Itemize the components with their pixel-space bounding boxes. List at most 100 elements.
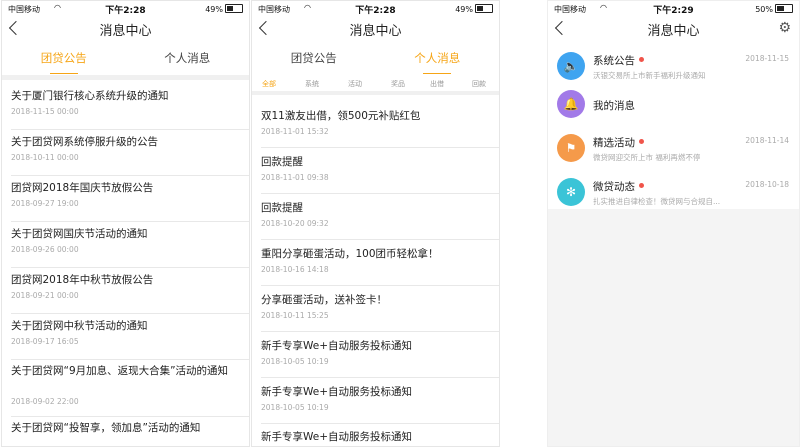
personal-message-row[interactable]: 重阳分享砸蛋活动，100团币轻松拿！ 2018-10-16 14:18: [261, 247, 499, 286]
battery-indicator: 49%: [205, 4, 243, 14]
category-name-text: 精选活动: [593, 137, 635, 149]
personal-message-row[interactable]: 新手专享We+自动服务投标通知: [261, 430, 499, 446]
category-name: 微贷动态: [593, 179, 644, 194]
announcement-title: 关于团贷网“9月加息、返现大合集”活动的通知: [11, 365, 229, 377]
announcement-row[interactable]: 关于团贷网“投智享，领加息”活动的通知: [11, 421, 249, 446]
message-title: 分享砸蛋活动，送补签卡！: [261, 294, 387, 306]
message-date: 2018-10-11 15:25: [261, 311, 329, 320]
category-date: 2018-11-15: [745, 54, 789, 63]
status-bar: 中国移动 ◠ 下午2:28 49%: [2, 1, 249, 17]
battery-indicator: 49%: [455, 4, 493, 14]
category-tab[interactable]: 出借: [430, 79, 444, 89]
category-name-text: 系统公告: [593, 55, 635, 67]
announcement-date: 2018-09-26 00:00: [11, 245, 79, 254]
battery-percent: 49%: [455, 5, 473, 14]
announcement-row[interactable]: 关于厦门银行核心系统升级的通知 2018-11-15 00:00: [11, 89, 249, 130]
category-name-text: 我的消息: [593, 100, 635, 112]
announcement-date: 2018-09-21 00:00: [11, 291, 79, 300]
divider: [252, 91, 499, 95]
announcement-date: 2018-09-27 19:00: [11, 199, 79, 208]
tab-announcements[interactable]: 团贷公告: [252, 44, 376, 75]
phone-screen-message-center: 中国移动 ◠ 下午2:29 50% 消息中心 ⚙ 🔈 系统公告 沃银交易所上市新手福…: [547, 0, 800, 447]
category-tab[interactable]: 活动: [348, 79, 362, 89]
category-tab[interactable]: 系统: [305, 79, 319, 89]
nav-bar: 消息中心 ⚙: [548, 17, 799, 44]
message-title: 双11激友出借，领500元补贴红包: [261, 110, 421, 122]
message-date: 2018-10-05 10:19: [261, 403, 329, 412]
nav-bar: 消息中心: [2, 17, 249, 44]
category-name: 系统公告: [593, 53, 644, 68]
category-tab[interactable]: 全部: [262, 79, 276, 89]
message-date: 2018-11-01 15:32: [261, 127, 329, 136]
tab-personal-messages[interactable]: 个人消息: [126, 44, 250, 75]
message-title: 新手专享We+自动服务投标通知: [261, 340, 413, 352]
announcement-row[interactable]: 关于团贷网中秋节活动的通知 2018-09-17 16:05: [11, 319, 249, 360]
message-category-row[interactable]: ⚑ 精选活动 微贷网迎交所上市 福利再燃不停 2018-11-14: [548, 127, 799, 171]
message-title: 回款提醒: [261, 156, 303, 168]
status-bar: 中国移动 ◠ 下午2:29 50%: [548, 1, 799, 17]
category-date: 2018-11-14: [745, 136, 789, 145]
announcement-title: 关于团贷网中秋节活动的通知: [11, 320, 148, 332]
category-preview: 沃银交易所上市新手福利升级通知: [593, 71, 706, 80]
battery-indicator: 50%: [755, 4, 793, 14]
tab-personal-messages[interactable]: 个人消息: [376, 44, 500, 75]
category-name: 精选活动: [593, 135, 644, 150]
personal-message-row[interactable]: 新手专享We+自动服务投标通知 2018-10-05 10:19: [261, 385, 499, 424]
announcement-row[interactable]: 团贷网2018年中秋节放假公告 2018-09-21 00:00: [11, 273, 249, 314]
announcement-row[interactable]: 关于团贷网“9月加息、返现大合集”活动的通知 2018-09-02 22:00: [11, 364, 249, 417]
message-title: 重阳分享砸蛋活动，100团币轻松拿！: [261, 248, 439, 260]
personal-message-row[interactable]: 分享砸蛋活动，送补签卡！ 2018-10-11 15:25: [261, 293, 499, 332]
unread-dot: [639, 139, 644, 144]
announcement-date: 2018-09-17 16:05: [11, 337, 79, 346]
personal-message-row[interactable]: 新手专享We+自动服务投标通知 2018-10-05 10:19: [261, 339, 499, 378]
announcement-title: 关于团贷网系统停服升级的公告: [11, 136, 158, 148]
bell-icon: 🔔: [557, 90, 585, 118]
category-date: 2018-10-18: [745, 180, 789, 189]
message-title: 新手专享We+自动服务投标通知: [261, 431, 413, 443]
battery-icon: [775, 4, 793, 13]
message-title: 回款提醒: [261, 202, 303, 214]
personal-message-row[interactable]: 回款提醒 2018-10-20 09:32: [261, 201, 499, 240]
personal-message-row[interactable]: 双11激友出借，领500元补贴红包 2018-11-01 15:32: [261, 109, 499, 148]
phone-screen-announcements: 中国移动 ◠ 下午2:28 49% 消息中心 团贷公告 个人消息 关于厦门银行核…: [1, 0, 250, 447]
gear-icon[interactable]: ⚙: [778, 20, 791, 36]
phone-screen-personal-messages: 中国移动 ◠ 下午2:28 49% 消息中心 团贷公告 个人消息 全部 系统 活动 奖…: [251, 0, 500, 447]
page-title: 消息中心: [99, 24, 152, 39]
announcement-date: 2018-09-02 22:00: [11, 397, 79, 406]
nav-bar: 消息中心: [252, 17, 499, 44]
announcement-title: 团贷网2018年中秋节放假公告: [11, 274, 154, 286]
tab-announcements[interactable]: 团贷公告: [2, 44, 126, 75]
announcement-date: 2018-10-11 00:00: [11, 153, 79, 162]
battery-percent: 49%: [205, 5, 223, 14]
personal-message-row[interactable]: 回款提醒 2018-11-01 09:38: [261, 155, 499, 194]
category-filter-bar: 全部 系统 活动 奖品 出借 回款: [252, 75, 499, 91]
category-name: 我的消息: [593, 98, 635, 113]
tab-bar: 团贷公告 个人消息: [2, 44, 249, 75]
divider: [2, 75, 249, 80]
unread-dot: [639, 183, 644, 188]
announcement-title: 关于厦门银行核心系统升级的通知: [11, 90, 169, 102]
unread-dot: [639, 57, 644, 62]
message-title: 新手专享We+自动服务投标通知: [261, 386, 413, 398]
category-tab[interactable]: 奖品: [391, 79, 405, 89]
battery-percent: 50%: [755, 5, 773, 14]
announcement-title: 团贷网2018年国庆节放假公告: [11, 182, 154, 194]
announcement-row[interactable]: 关于团贷网国庆节活动的通知 2018-09-26 00:00: [11, 227, 249, 268]
announcement-title: 关于团贷网国庆节活动的通知: [11, 228, 148, 240]
announcement-row[interactable]: 关于团贷网系统停服升级的公告 2018-10-11 00:00: [11, 135, 249, 176]
fan-icon: ✻: [557, 178, 585, 206]
flag-icon: ⚑: [557, 134, 585, 162]
category-name-text: 微贷动态: [593, 181, 635, 193]
message-date: 2018-10-20 09:32: [261, 219, 329, 228]
category-preview: 扎实推进自律检查！微贷网与合规自...: [593, 197, 721, 206]
battery-icon: [475, 4, 493, 13]
category-tab[interactable]: 回款: [472, 79, 486, 89]
empty-area: [548, 209, 799, 446]
tab-bar: 团贷公告 个人消息: [252, 44, 499, 75]
message-date: 2018-10-05 10:19: [261, 357, 329, 366]
battery-icon: [225, 4, 243, 13]
page-title: 消息中心: [349, 24, 402, 39]
message-category-row[interactable]: 🔔 我的消息: [548, 83, 799, 127]
announcement-row[interactable]: 团贷网2018年国庆节放假公告 2018-09-27 19:00: [11, 181, 249, 222]
announcement-title: 关于团贷网“投智享，领加息”活动的通知: [11, 422, 201, 434]
